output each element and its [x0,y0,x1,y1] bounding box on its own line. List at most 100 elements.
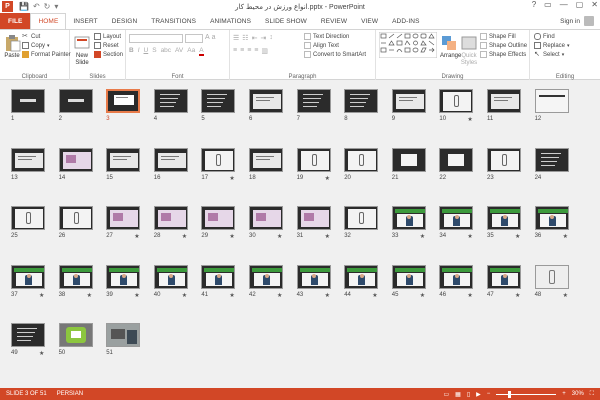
font-name-input[interactable] [129,34,183,43]
char-spacing-icon[interactable]: AV [175,47,183,56]
font-color-icon[interactable]: A [199,47,204,56]
slide-thumbnail[interactable] [439,264,474,289]
slide-thumbnail[interactable] [296,147,331,172]
quick-styles-button[interactable]: Quick Styles [460,32,478,67]
new-slide-button[interactable]: New Slide [72,32,92,67]
zoom-in-icon[interactable]: + [562,391,566,397]
tab-animations[interactable]: ANIMATIONS [203,13,258,29]
animation-star-icon[interactable]: ★ [372,292,377,299]
slide-thumbnail[interactable] [534,147,569,172]
decrease-indent-icon[interactable]: ⇤ [252,34,258,42]
increase-indent-icon[interactable]: ⇥ [260,34,266,42]
slide-thumbnail[interactable] [249,89,283,113]
grow-font-icon[interactable]: A [205,34,210,43]
slide-thumbnail[interactable] [58,323,93,347]
shape-fill-button[interactable]: Shape Fill [480,32,527,41]
slide-thumbnail[interactable] [11,206,45,230]
slide-thumbnail[interactable] [487,264,521,289]
slide-thumbnail[interactable] [11,323,45,347]
animation-star-icon[interactable]: ★ [467,292,472,299]
slide-thumbnail[interactable] [58,89,93,113]
convert-smartart-button[interactable]: Convert to SmartArt [304,50,366,59]
slide-thumbnail[interactable] [58,264,93,289]
avatar[interactable] [584,16,594,26]
slide-thumbnail[interactable] [439,147,474,172]
animation-star-icon[interactable]: ★ [420,233,425,240]
align-text-button[interactable]: Align Text [304,41,366,50]
justify-icon[interactable]: ≡ [254,47,258,55]
slide-thumbnail[interactable] [296,264,331,289]
zoom-thumb[interactable] [508,390,512,398]
numbering-icon[interactable]: ☷ [242,34,248,42]
slide-thumbnail[interactable] [153,264,188,289]
animation-star-icon[interactable]: ★ [182,233,187,240]
sign-in[interactable]: Sign in [560,13,600,29]
animation-star-icon[interactable]: ★ [277,292,282,299]
animation-star-icon[interactable]: ★ [39,292,44,299]
tab-insert[interactable]: INSERT [66,13,104,29]
align-left-icon[interactable]: ≡ [233,47,237,55]
redo-icon[interactable]: ↻ [44,2,51,11]
slide-thumbnail[interactable] [106,206,141,230]
slide-thumbnail[interactable] [249,264,283,289]
tab-add-ins[interactable]: ADD-INS [385,13,426,29]
tab-file[interactable]: FILE [0,13,31,29]
zoom-level[interactable]: 30% [572,391,584,397]
slide-thumbnail[interactable] [153,206,188,230]
animation-star-icon[interactable]: ★ [563,292,568,299]
slide-thumbnail[interactable] [487,206,521,230]
slide-thumbnail[interactable] [106,147,141,172]
animation-star-icon[interactable]: ★ [325,175,330,182]
arrange-button[interactable]: Arrange [440,32,461,59]
bold-icon[interactable]: B [129,47,134,56]
align-right-icon[interactable]: ≡ [247,47,251,55]
slide-thumbnail[interactable] [11,264,45,289]
format-painter-button[interactable]: Format Painter [22,50,71,59]
slide-thumbnail[interactable] [391,264,426,289]
normal-view-icon[interactable]: ▭ [443,391,449,398]
reading-view-icon[interactable]: ▯ [467,391,470,398]
slide-sorter-view-icon[interactable]: ▦ [455,391,461,398]
ribbon-display-icon[interactable]: ▭ [544,0,552,9]
close-icon[interactable]: ✕ [591,0,598,9]
slide-thumbnail[interactable] [534,89,569,113]
find-button[interactable]: Find [534,32,570,41]
slide-thumbnail[interactable] [487,89,521,113]
tab-view[interactable]: VIEW [354,13,385,29]
slide-thumbnail[interactable] [58,206,93,230]
shadow-icon[interactable]: abc [161,47,171,56]
tab-transitions[interactable]: TRANSITIONS [144,13,203,29]
italic-icon[interactable]: I [138,47,140,56]
shape-outline-button[interactable]: Shape Outline [480,41,527,50]
slide-thumbnail[interactable] [106,323,141,347]
animation-star-icon[interactable]: ★ [277,233,282,240]
slide-thumbnail[interactable] [391,147,426,172]
slideshow-view-icon[interactable]: ▶ [476,391,481,398]
customize-qat-icon[interactable]: ▾ [54,2,58,11]
slide-thumbnail[interactable] [153,147,188,172]
zoom-slider[interactable] [496,390,557,398]
slide-thumbnail[interactable] [201,89,236,113]
slide-thumbnail[interactable] [249,147,283,172]
slide-thumbnail[interactable] [58,147,93,172]
animation-star-icon[interactable]: ★ [467,116,472,123]
shrink-font-icon[interactable]: a [212,34,216,43]
slide-thumbnail[interactable] [201,264,236,289]
animation-star-icon[interactable]: ★ [515,233,520,240]
slide-thumbnail[interactable] [201,147,236,172]
slide-thumbnail[interactable] [296,206,331,230]
slide-thumbnail[interactable] [344,147,379,172]
slide-thumbnail[interactable] [439,89,474,113]
shapes-gallery[interactable] [379,32,437,58]
tab-review[interactable]: REVIEW [314,13,354,29]
section-button[interactable]: Section [94,50,123,59]
line-spacing-icon[interactable]: ↕ [269,34,273,42]
slide-thumbnail[interactable] [534,264,569,289]
slide-thumbnail[interactable] [11,147,45,172]
slide-thumbnail[interactable] [296,89,331,113]
animation-star-icon[interactable]: ★ [39,350,44,357]
sign-in-label[interactable]: Sign in [560,18,580,25]
slide-thumbnail[interactable] [391,206,426,230]
underline-icon[interactable]: U [144,47,149,56]
animation-star-icon[interactable]: ★ [325,233,330,240]
